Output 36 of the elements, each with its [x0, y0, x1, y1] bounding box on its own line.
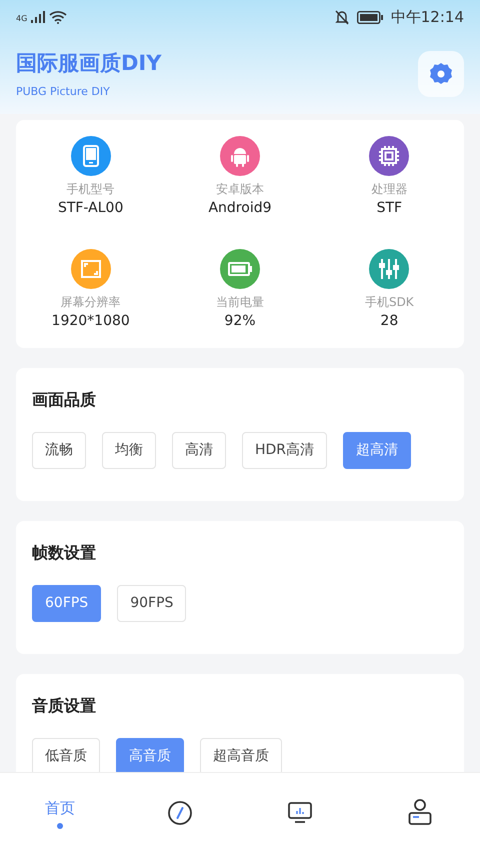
wifi-icon: [49, 10, 68, 24]
battery-icon: [356, 10, 383, 24]
monitor-chart-icon: [287, 801, 313, 825]
info-label: 安卓版本: [216, 181, 264, 198]
info-value: 92%: [224, 312, 256, 331]
settings-icon: [429, 62, 453, 86]
nav-tab[interactable]: 首页: [37, 792, 83, 834]
info-value: 28: [380, 312, 398, 331]
info-label: 屏幕分辨率: [60, 294, 121, 311]
info-label: 手机SDK: [364, 294, 414, 311]
info-value: STF: [376, 199, 402, 218]
network-type: 4G: [16, 13, 28, 25]
compass-icon: [167, 800, 193, 826]
info-label: 处理器: [371, 181, 408, 198]
section-title: 画面品质: [32, 389, 97, 411]
option-button[interactable]: 均衡: [102, 432, 156, 469]
option-button[interactable]: 超高音质: [200, 738, 282, 772]
section-title: 音质设置: [32, 695, 97, 717]
option-button[interactable]: 90FPS: [117, 585, 186, 622]
option-button[interactable]: 流畅: [32, 432, 86, 469]
status-time: 中午12:14: [390, 6, 464, 28]
info-value: 1920*1080: [52, 312, 130, 331]
app-subtitle: PUBG Picture DIY: [16, 84, 111, 100]
option-button[interactable]: HDR高清: [242, 432, 328, 469]
info-value: STF-AL00: [58, 199, 124, 218]
signal-icon: [31, 11, 46, 23]
user-icon: [408, 799, 432, 827]
settings-button[interactable]: [418, 51, 464, 97]
option-button[interactable]: 低音质: [32, 738, 100, 772]
option-button[interactable]: 高清: [172, 432, 226, 469]
app-title: 国际服画质DIY: [16, 50, 162, 77]
info-label: 当前电量: [216, 294, 264, 311]
bell-off-icon: [334, 10, 349, 24]
info-value: Android9: [208, 199, 272, 218]
section-title: 帧数设置: [32, 542, 97, 564]
info-label: 手机型号: [66, 181, 115, 198]
